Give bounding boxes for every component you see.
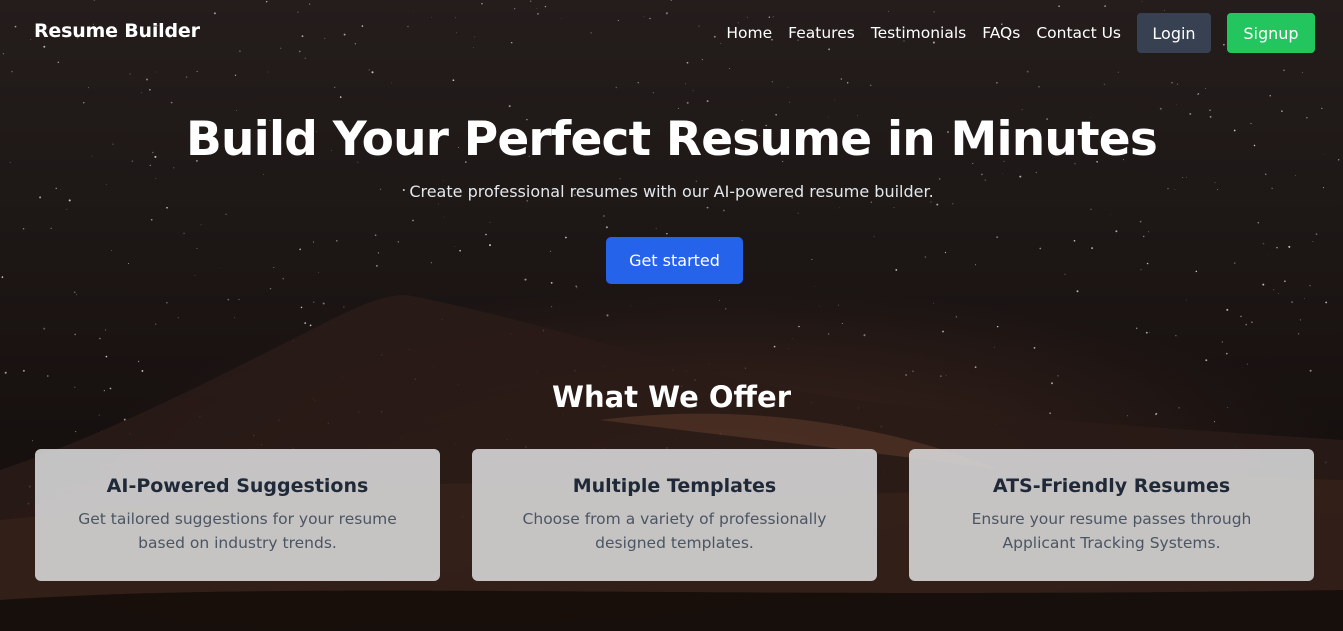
feature-card-title: ATS-Friendly Resumes <box>992 475 1231 497</box>
nav-link-contact-us[interactable]: Contact Us <box>1036 13 1121 53</box>
feature-card-title: AI-Powered Suggestions <box>106 475 369 497</box>
feature-card-templates: Multiple Templates Choose from a variety… <box>472 449 877 581</box>
feature-cards: AI-Powered Suggestions Get tailored sugg… <box>35 449 1316 581</box>
feature-card-ats-friendly: ATS-Friendly Resumes Ensure your resume … <box>909 449 1314 581</box>
nav-link-features[interactable]: Features <box>788 13 855 53</box>
nav-links: Home Features Testimonials FAQs Contact … <box>726 13 1315 53</box>
brand-logo-text[interactable]: Resume Builder <box>34 20 200 42</box>
feature-card-text: Choose from a variety of professionally … <box>522 510 827 552</box>
get-started-button[interactable]: Get started <box>606 237 743 284</box>
hero-title: Build Your Perfect Resume in Minutes <box>185 112 1158 167</box>
nav-link-testimonials[interactable]: Testimonials <box>871 13 966 53</box>
nav-link-faqs[interactable]: FAQs <box>982 13 1020 53</box>
feature-card-text: Ensure your resume passes through Applic… <box>971 510 1252 552</box>
feature-card-ai-suggestions: AI-Powered Suggestions Get tailored sugg… <box>35 449 440 581</box>
nav-link-home[interactable]: Home <box>726 13 772 53</box>
hero-subtitle: Create professional resumes with our AI-… <box>409 182 934 201</box>
feature-card-text: Get tailored suggestions for your resume… <box>78 510 397 552</box>
offer-section-title: What We Offer <box>552 380 791 414</box>
top-navbar: Resume Builder Home Features Testimonial… <box>0 0 1343 66</box>
signup-button[interactable]: Signup <box>1227 13 1315 53</box>
login-button[interactable]: Login <box>1137 13 1211 53</box>
feature-card-title: Multiple Templates <box>572 475 777 497</box>
